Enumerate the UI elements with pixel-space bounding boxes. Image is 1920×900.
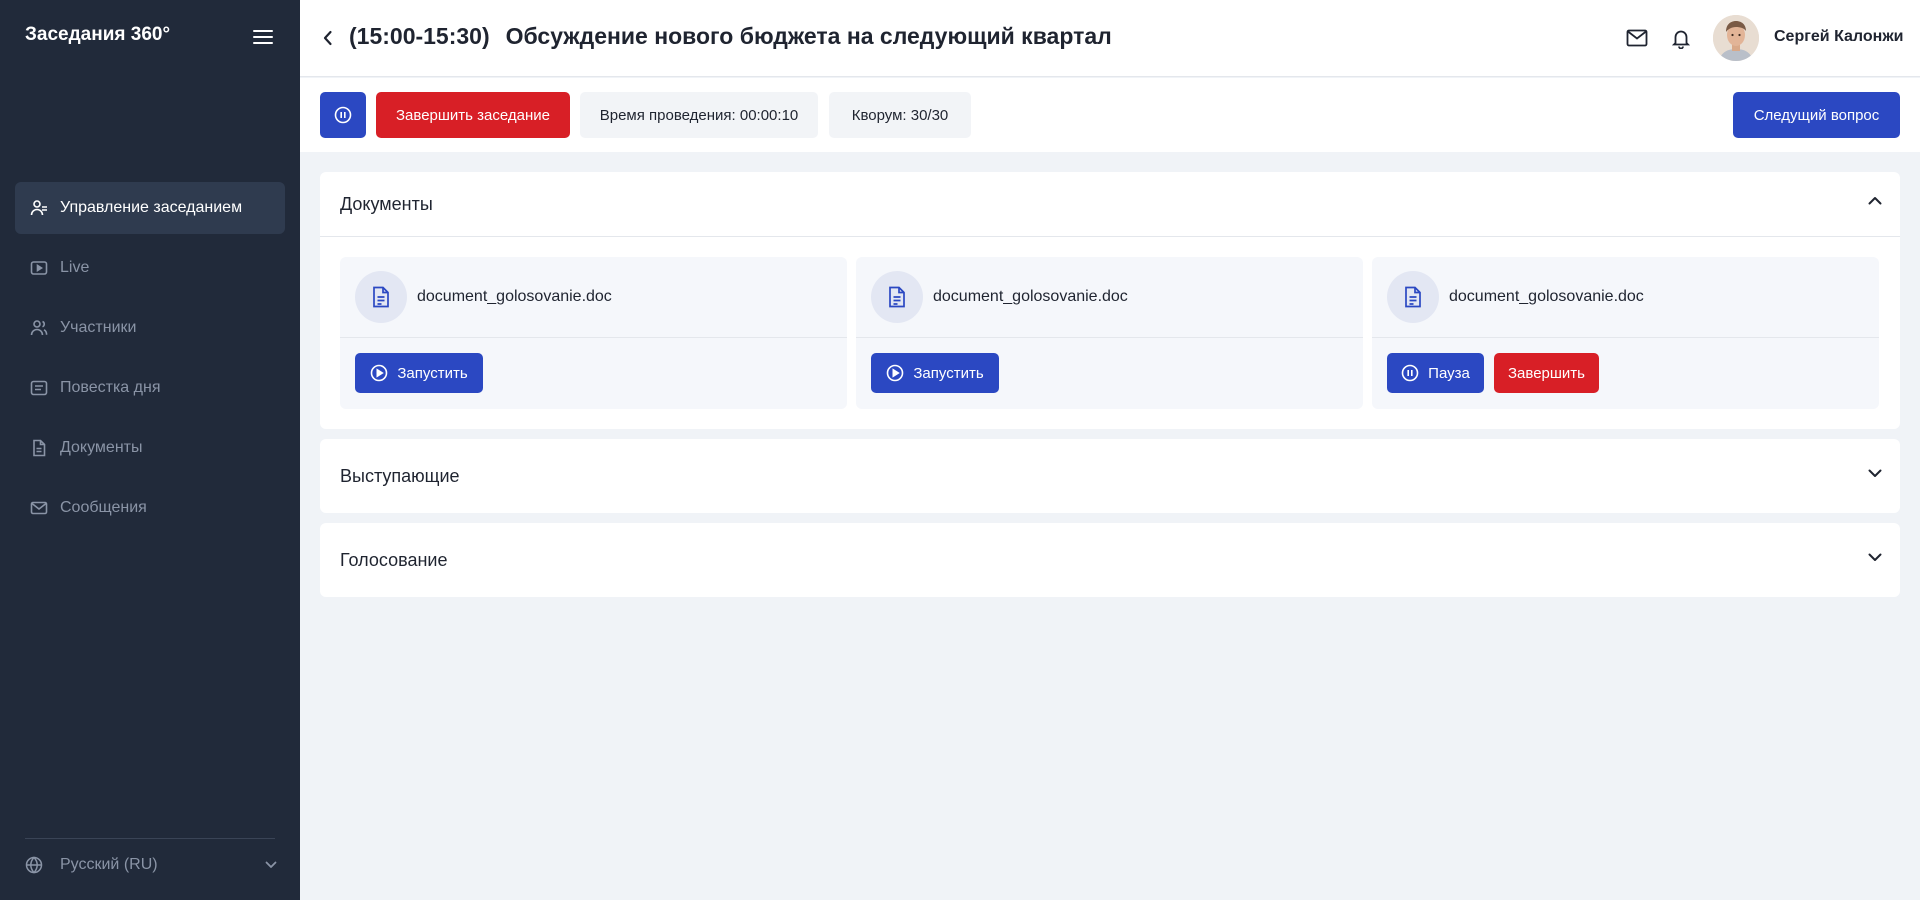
sidebar-nav: Управление заседанием Live Участники Пов… xyxy=(15,182,285,542)
sidebar-item-participants[interactable]: Участники xyxy=(15,302,285,354)
document-actions: Запустить xyxy=(340,338,847,408)
pause-circle-icon xyxy=(1401,364,1419,382)
pause-document-button[interactable]: Пауза xyxy=(1387,353,1484,393)
sidebar-item-agenda[interactable]: Повестка дня xyxy=(15,362,285,414)
chevron-down-icon xyxy=(265,861,277,869)
document-card: document_golosovanie.doc Запустить xyxy=(856,257,1363,409)
messages-button[interactable] xyxy=(1624,25,1650,51)
button-label: Пауза xyxy=(1428,364,1470,382)
chevron-down-icon xyxy=(1868,469,1882,478)
agenda-icon xyxy=(30,379,48,397)
sidebar-item-meeting-management[interactable]: Управление заседанием xyxy=(15,182,285,234)
sidebar-item-label: Повестка дня xyxy=(60,379,161,396)
notifications-button[interactable] xyxy=(1668,25,1694,51)
pause-meeting-button[interactable] xyxy=(320,92,366,138)
duration-badge: Время проведения: 00:00:10 xyxy=(580,92,818,138)
document-card-header: document_golosovanie.doc xyxy=(1372,257,1879,338)
sidebar-item-live[interactable]: Live xyxy=(15,242,285,294)
start-document-button[interactable]: Запустить xyxy=(871,353,999,393)
document-card-header: document_golosovanie.doc xyxy=(340,257,847,338)
document-name[interactable]: document_golosovanie.doc xyxy=(1449,288,1644,306)
hamburger-icon xyxy=(253,30,273,44)
documents-panel-header[interactable]: Документы xyxy=(320,172,1900,236)
back-button[interactable] xyxy=(316,26,340,50)
play-circle-icon xyxy=(886,364,904,382)
speakers-panel: Выступающие xyxy=(320,439,1900,513)
user-manage-icon xyxy=(30,199,48,217)
document-card: document_golosovanie.doc Пауза Завершить xyxy=(1372,257,1879,409)
document-card: document_golosovanie.doc Запустить xyxy=(340,257,847,409)
file-icon xyxy=(1387,271,1439,323)
sidebar-item-label: Live xyxy=(60,259,90,276)
next-question-button[interactable]: Следущий вопрос xyxy=(1733,92,1900,138)
documents-panel: Документы document_golosovanie.doc Запус… xyxy=(320,172,1900,429)
document-actions: Запустить xyxy=(856,338,1363,408)
mail-icon xyxy=(30,499,48,517)
sidebar-item-label: Сообщения xyxy=(60,499,147,516)
document-card-header: document_golosovanie.doc xyxy=(856,257,1363,338)
language-selector[interactable]: Русский (RU) xyxy=(25,852,277,878)
app-brand: Заседания 360° xyxy=(25,24,171,45)
voting-panel-header[interactable]: Голосование xyxy=(320,523,1900,597)
chevron-up-icon xyxy=(1868,196,1882,205)
end-meeting-button[interactable]: Завершить заседание xyxy=(376,92,570,138)
chevron-down-icon xyxy=(1868,553,1882,562)
play-circle-icon xyxy=(370,364,388,382)
bell-icon xyxy=(1672,30,1690,49)
document-name[interactable]: document_golosovanie.doc xyxy=(417,288,612,306)
globe-icon xyxy=(25,856,43,874)
sidebar-item-documents[interactable]: Документы xyxy=(15,422,285,474)
panel-title: Документы xyxy=(340,193,433,214)
meeting-title: Обсуждение нового бюджета на следующий к… xyxy=(505,23,1112,49)
file-icon xyxy=(871,271,923,323)
button-label: Запустить xyxy=(397,364,468,382)
live-video-icon xyxy=(30,259,48,277)
language-label: Русский (RU) xyxy=(60,856,158,873)
speakers-panel-header[interactable]: Выступающие xyxy=(320,439,1900,513)
sidebar-divider xyxy=(25,838,275,839)
documents-list: document_golosovanie.doc Запустить docum… xyxy=(320,237,1900,429)
sidebar: Заседания 360° Управление заседанием Liv… xyxy=(0,0,300,900)
document-actions: Пауза Завершить xyxy=(1372,338,1879,408)
pause-circle-icon xyxy=(334,106,352,124)
finish-document-button[interactable]: Завершить xyxy=(1494,353,1599,393)
sidebar-item-label: Документы xyxy=(60,439,143,456)
page-title: (15:00-15:30) Обсуждение нового бюджета н… xyxy=(349,23,1112,50)
participants-icon xyxy=(30,319,48,337)
sidebar-item-label: Управление заседанием xyxy=(60,199,243,216)
document-icon xyxy=(30,439,48,457)
panel-title: Голосование xyxy=(340,549,448,570)
page-header: (15:00-15:30) Обсуждение нового бюджета н… xyxy=(300,0,1920,77)
start-document-button[interactable]: Запустить xyxy=(355,353,483,393)
chevron-left-icon xyxy=(323,30,332,46)
sidebar-item-messages[interactable]: Сообщения xyxy=(15,482,285,534)
user-avatar[interactable] xyxy=(1713,15,1759,61)
panel-title: Выступающие xyxy=(340,465,460,486)
menu-toggle-button[interactable] xyxy=(249,24,277,50)
sidebar-item-label: Участники xyxy=(60,319,137,336)
meeting-time: (15:00-15:30) xyxy=(349,23,490,49)
user-name: Сергей Калонжи xyxy=(1774,28,1904,45)
voting-panel: Голосование xyxy=(320,523,1900,597)
meeting-toolbar: Завершить заседание Время проведения: 00… xyxy=(300,78,1920,152)
button-label: Запустить xyxy=(913,364,984,382)
file-icon xyxy=(355,271,407,323)
mail-icon xyxy=(1626,29,1648,47)
quorum-badge: Кворум: 30/30 xyxy=(829,92,971,138)
document-name[interactable]: document_golosovanie.doc xyxy=(933,288,1128,306)
